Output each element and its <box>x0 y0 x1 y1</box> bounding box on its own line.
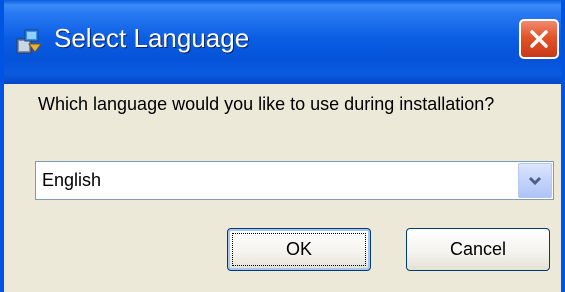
select-language-dialog: Select Language Which language would you… <box>0 0 565 292</box>
title-bar[interactable]: Select Language <box>4 0 561 84</box>
dropdown-arrow-button[interactable] <box>518 163 552 198</box>
installer-icon <box>14 27 42 55</box>
cancel-button[interactable]: Cancel <box>406 228 550 271</box>
language-select[interactable]: English <box>35 161 554 200</box>
focus-ring <box>232 233 366 266</box>
language-select-value: English <box>42 170 102 190</box>
close-icon <box>530 30 548 48</box>
chevron-down-icon <box>528 176 542 186</box>
close-button[interactable] <box>519 19 559 59</box>
ok-button[interactable]: OK <box>227 228 371 271</box>
cancel-button-label: Cancel <box>449 239 507 259</box>
window-title: Select Language <box>54 23 250 53</box>
language-prompt: Which language would you like to use dur… <box>38 94 495 114</box>
